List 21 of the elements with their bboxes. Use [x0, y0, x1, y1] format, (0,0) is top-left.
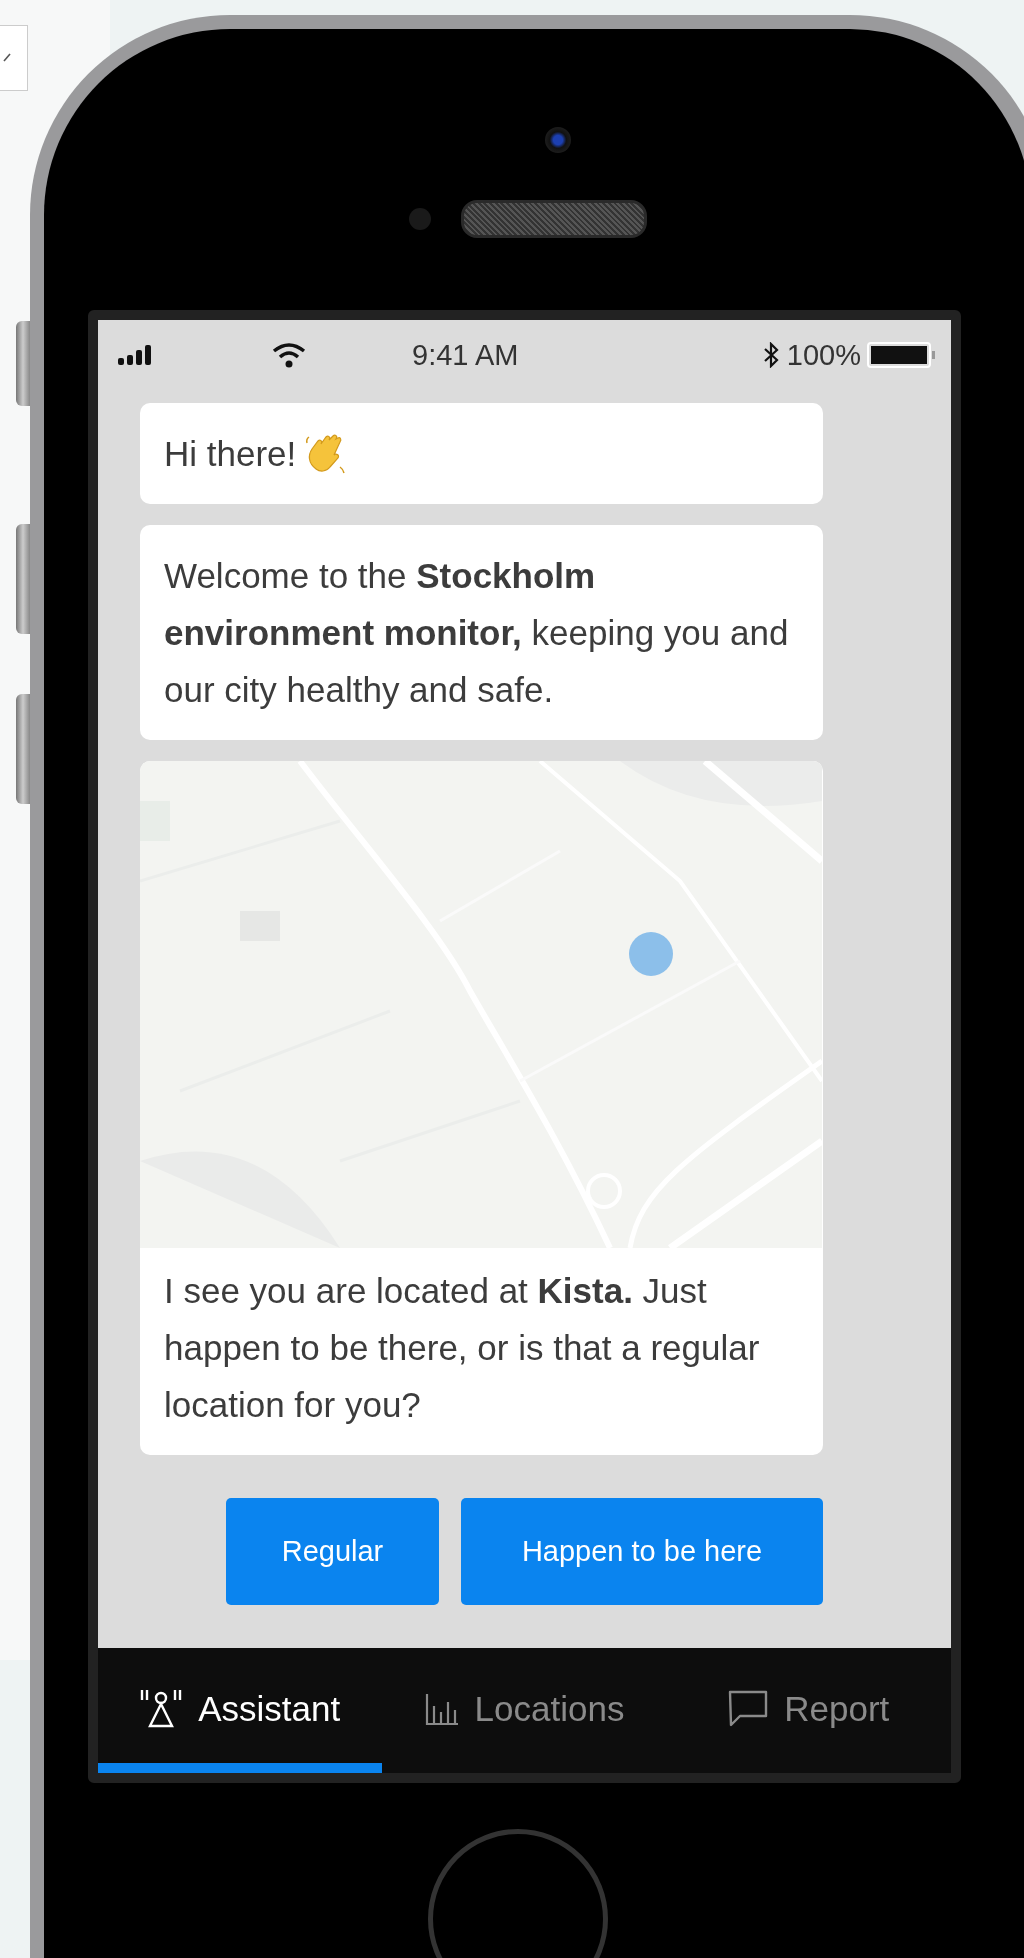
bluetooth-icon [762, 342, 779, 368]
sensor-dot [409, 208, 431, 230]
quick-reply-button[interactable]: Happen to be here [461, 1498, 823, 1605]
tab[interactable]: Locations [382, 1648, 667, 1773]
battery-icon [867, 342, 937, 368]
status-time: 9:41 AM [412, 338, 519, 372]
message-text: I see you are located at Kista. Just happen to be there, or is that a regular location for you? [164, 1270, 761, 1426]
camera-icon [545, 127, 571, 153]
antenna-icon [140, 1687, 183, 1730]
message-text: Welcome to the Stockholm environment monitor, keeping you and our city healthy and safe. [164, 555, 790, 711]
speech-bubble-icon [728, 1689, 769, 1728]
battery-percent: 100% [786, 338, 861, 372]
message-text: Hi there! [164, 433, 297, 475]
wifi-icon [272, 342, 306, 368]
bar-chart-icon [424, 1691, 459, 1726]
tab[interactable]: Report [666, 1648, 951, 1773]
waving-hand-icon [304, 432, 347, 475]
signal-icon [118, 344, 152, 366]
quick-reply-button[interactable]: Regular [226, 1498, 439, 1605]
dropdown-toggle[interactable] [0, 25, 28, 91]
tab[interactable]: Assistant [98, 1648, 383, 1773]
